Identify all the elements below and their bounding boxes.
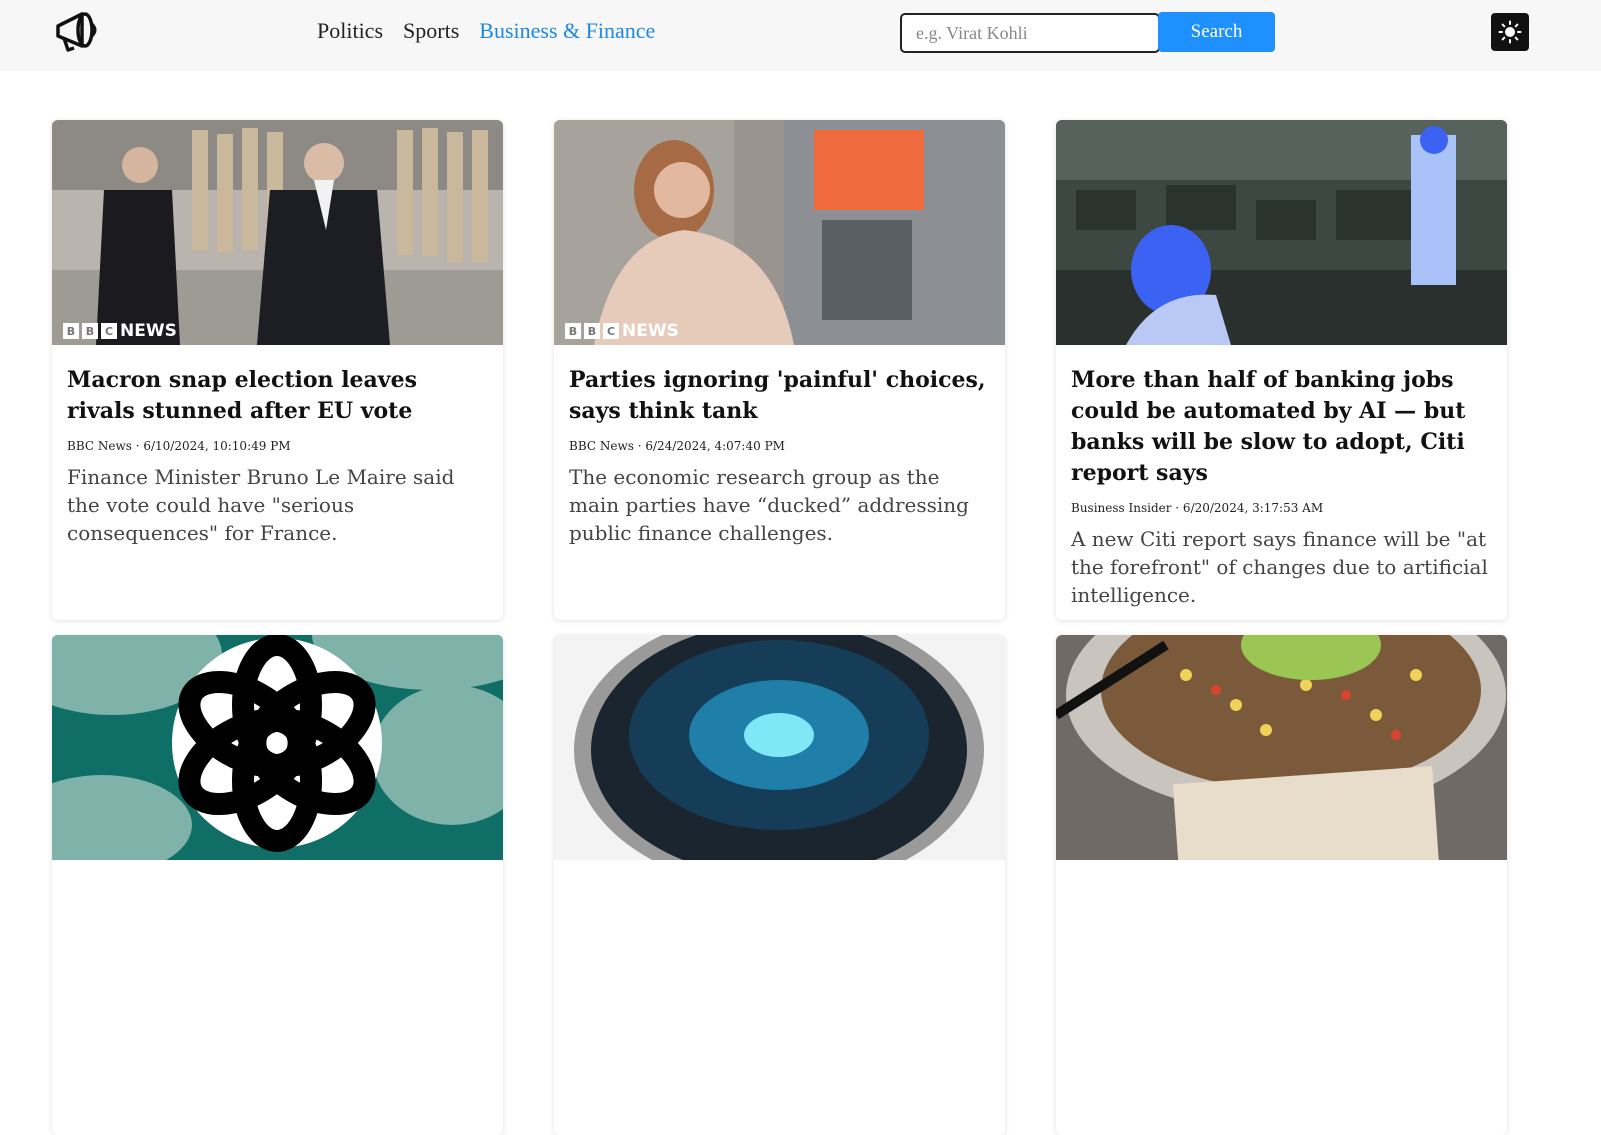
top-navbar: Politics Sports Business & Finance Searc… [0,0,1601,71]
nav-politics[interactable]: Politics [317,18,383,44]
article-title[interactable]: More than half of banking jobs could be … [1071,365,1492,489]
article-card[interactable] [52,635,503,1135]
article-card[interactable] [554,635,1005,1135]
bbc-news-watermark: BBC NEWS [63,321,177,341]
article-card[interactable]: BBC NEWS Parties ignoring 'painful' choi… [554,120,1005,620]
article-image[interactable]: BBC NEWS [554,120,1005,345]
article-image[interactable] [554,635,1005,860]
nav-sports[interactable]: Sports [403,18,459,44]
article-description: The economic research group as the main … [569,465,969,545]
article-image[interactable] [1056,120,1507,345]
article-meta: BBC News · 6/24/2024, 4:07:40 PM [569,439,785,453]
category-nav: Politics Sports Business & Finance [317,18,655,44]
article-image[interactable]: BBC NEWS [52,120,503,345]
article-meta: Business Insider · 6/20/2024, 3:17:53 AM [1071,501,1324,515]
bbc-news-watermark: BBC NEWS [565,321,679,341]
article-card[interactable] [1056,635,1507,1135]
search-input[interactable] [900,13,1160,53]
article-card[interactable]: More than half of banking jobs could be … [1056,120,1507,620]
search-button[interactable]: Search [1158,12,1275,52]
article-title[interactable]: Macron snap election leaves rivals stunn… [67,365,488,427]
sun-icon [1498,20,1522,44]
article-image[interactable] [1056,635,1507,860]
article-title[interactable]: Parties ignoring 'painful' choices, says… [569,365,990,427]
article-description: A new Citi report says finance will be "… [1071,527,1488,607]
article-image[interactable] [52,635,503,860]
nav-business-finance[interactable]: Business & Finance [479,18,655,44]
article-description: Finance Minister Bruno Le Maire said the… [67,465,455,545]
megaphone-icon[interactable] [52,6,102,54]
article-card[interactable]: BBC NEWS Macron snap election leaves riv… [52,120,503,620]
theme-toggle-button[interactable] [1491,13,1529,51]
article-meta: BBC News · 6/10/2024, 10:10:49 PM [67,439,291,453]
